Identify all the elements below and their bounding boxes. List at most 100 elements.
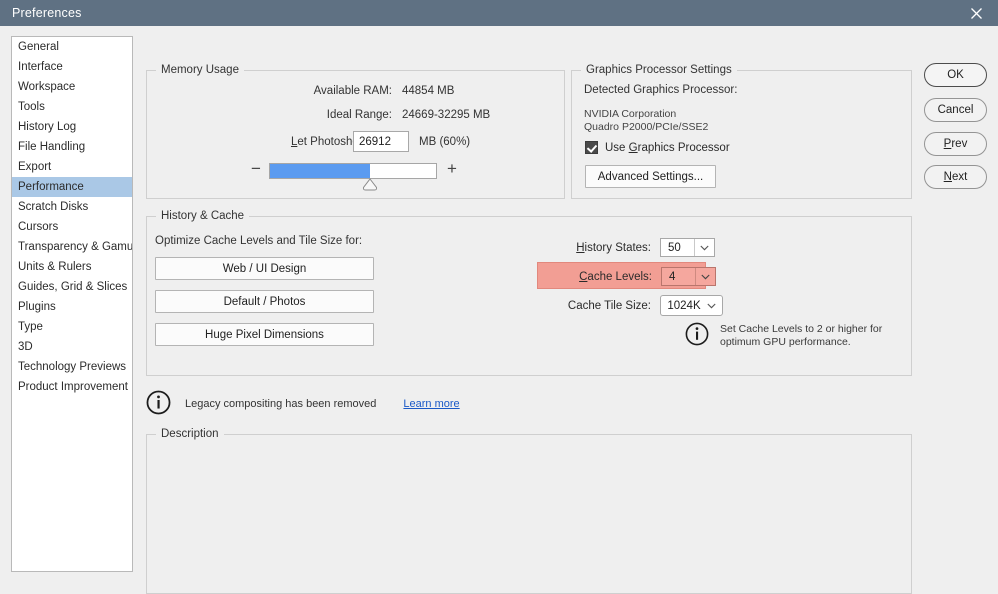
prev-button[interactable]: Prev	[924, 132, 987, 156]
sidebar-item-label: Tools	[18, 101, 45, 113]
sidebar-item-product-improvement[interactable]: Product Improvement	[12, 377, 132, 397]
cache-levels-value: 4	[669, 270, 676, 283]
sidebar-item-label: File Handling	[18, 141, 86, 153]
sidebar-item-cursors[interactable]: Cursors	[12, 217, 132, 237]
sidebar-item-label: Guides, Grid & Slices	[18, 281, 128, 293]
advanced-settings-button[interactable]: Advanced Settings...	[585, 165, 716, 188]
chevron-down-icon[interactable]	[695, 245, 714, 251]
description-body	[157, 451, 901, 583]
sidebar-item-label: Units & Rulers	[18, 261, 92, 273]
history-states-value: 50	[668, 241, 681, 254]
description-legend: Description	[156, 428, 224, 440]
sidebar-item-history-log[interactable]: History Log	[12, 117, 132, 137]
cancel-button[interactable]: Cancel	[924, 98, 987, 122]
title-bar: Preferences	[0, 0, 998, 26]
memory-slider-handle[interactable]	[362, 178, 378, 191]
preset-default-photos-button[interactable]: Default / Photos	[155, 290, 374, 313]
next-button[interactable]: Next	[924, 165, 987, 189]
graphics-processor-legend: Graphics Processor Settings	[581, 64, 737, 76]
cache-levels-highlight: Cache Levels: 4	[537, 262, 716, 289]
optimize-label: Optimize Cache Levels and Tile Size for:	[155, 235, 363, 247]
cache-levels-row: Cache Levels: 4	[540, 267, 716, 286]
sidebar-item-workspace[interactable]: Workspace	[12, 77, 132, 97]
sidebar-item-label: Export	[18, 161, 52, 173]
sidebar-item-tools[interactable]: Tools	[12, 97, 132, 117]
cache-tile-size-row: Cache Tile Size: 1024K	[539, 295, 723, 316]
sidebar-item-label: General	[18, 41, 59, 53]
use-graphics-processor-checkbox[interactable]	[585, 141, 598, 154]
info-icon	[146, 390, 171, 418]
legacy-compositing-notice: Legacy compositing has been removed Lear…	[146, 390, 460, 418]
learn-more-link[interactable]: Learn more	[403, 398, 459, 410]
memory-slider-fill	[270, 164, 370, 178]
sidebar-item-label: Cursors	[18, 221, 59, 233]
history-cache-legend: History & Cache	[156, 210, 250, 222]
sidebar-item-scratch-disks[interactable]: Scratch Disks	[12, 197, 132, 217]
sidebar-item-general[interactable]: General	[12, 37, 132, 57]
sidebar-item-3d[interactable]: 3D	[12, 337, 132, 357]
sidebar-item-plugins[interactable]: Plugins	[12, 297, 132, 317]
window-title: Preferences	[12, 6, 82, 20]
close-icon[interactable]	[954, 0, 998, 26]
sidebar-item-label: Interface	[18, 61, 63, 73]
history-states-dropdown[interactable]: 50	[660, 238, 715, 257]
sidebar-item-type[interactable]: Type	[12, 317, 132, 337]
sidebar-item-label: Performance	[18, 181, 84, 193]
ok-button[interactable]: OK	[924, 63, 987, 87]
ideal-range-value: 24669-32295 MB	[402, 109, 491, 121]
memory-usage-group: Memory Usage Available RAM: 44854 MB Ide…	[146, 64, 565, 199]
sidebar-item-transparency-gamut[interactable]: Transparency & Gamut	[12, 237, 132, 257]
detected-gpu-label: Detected Graphics Processor:	[584, 84, 738, 96]
sidebar-item-label: History Log	[18, 121, 77, 133]
gpu-model: Quadro P2000/PCIe/SSE2	[584, 120, 709, 133]
description-group: Description	[146, 428, 912, 594]
sidebar-item-interface[interactable]: Interface	[12, 57, 132, 77]
use-graphics-processor-row[interactable]: Use Graphics Processor	[585, 141, 730, 154]
history-states-label: History States:	[576, 241, 651, 254]
memory-amount-input[interactable]: 26912	[353, 131, 409, 152]
sidebar-item-label: 3D	[18, 341, 33, 353]
slider-increase-icon[interactable]: +	[447, 160, 457, 177]
sidebar-item-technology-previews[interactable]: Technology Previews	[12, 357, 132, 377]
memory-unit-label: MB (60%)	[419, 136, 471, 148]
chevron-down-icon[interactable]	[696, 274, 715, 280]
available-ram-value: 44854 MB	[402, 85, 455, 97]
slider-decrease-icon[interactable]: −	[251, 160, 261, 177]
category-sidebar[interactable]: General Interface Workspace Tools History Lo…	[11, 36, 133, 572]
sidebar-item-label: Transparency & Gamut	[18, 241, 133, 253]
history-cache-group: History & Cache Optimize Cache Levels an…	[146, 210, 912, 376]
chevron-down-icon[interactable]	[707, 300, 716, 312]
cache-tile-size-value: 1024K	[667, 299, 701, 312]
gpu-vendor: NVIDIA Corporation	[584, 108, 677, 120]
sidebar-item-guides-grid-slices[interactable]: Guides, Grid & Slices	[12, 277, 132, 297]
available-ram-label: Available RAM:	[313, 85, 392, 97]
cache-tile-size-dropdown[interactable]: 1024K	[660, 295, 723, 316]
cache-tile-size-label: Cache Tile Size:	[567, 299, 651, 312]
sidebar-item-units-rulers[interactable]: Units & Rulers	[12, 257, 132, 277]
sidebar-item-label: Technology Previews	[18, 361, 127, 373]
memory-amount-value: 26912	[359, 135, 391, 148]
cache-levels-tip: Set Cache Levels to 2 or higher for opti…	[685, 322, 895, 349]
sidebar-item-performance[interactable]: Performance	[12, 177, 132, 197]
preferences-dialog: Preferences General Interface Workspace Too…	[0, 0, 998, 594]
memory-slider-track[interactable]	[269, 163, 437, 179]
sidebar-item-file-handling[interactable]: File Handling	[12, 137, 132, 157]
cache-levels-dropdown[interactable]: 4	[661, 267, 716, 286]
sidebar-item-label: Scratch Disks	[18, 201, 89, 213]
preset-web-ui-design-button[interactable]: Web / UI Design	[155, 257, 374, 280]
cache-levels-tip-text: Set Cache Levels to 2 or higher for opti…	[720, 323, 883, 348]
detected-gpu-info: NVIDIA Corporation Quadro P2000/PCIe/SSE…	[584, 108, 708, 133]
info-icon	[685, 322, 709, 349]
dialog-body: General Interface Workspace Tools History Lo…	[0, 26, 998, 594]
use-graphics-processor-label: Use Graphics Processor	[605, 141, 730, 154]
sidebar-item-label: Product Improvement	[18, 381, 128, 393]
sidebar-item-export[interactable]: Export	[12, 157, 132, 177]
sidebar-item-label: Workspace	[18, 81, 76, 93]
preset-huge-pixel-dimensions-button[interactable]: Huge Pixel Dimensions	[155, 323, 374, 346]
graphics-processor-group: Graphics Processor Settings Detected Gra…	[571, 64, 912, 199]
cache-levels-label: Cache Levels:	[579, 270, 652, 283]
ideal-range-label: Ideal Range:	[326, 109, 392, 121]
sidebar-item-label: Plugins	[18, 301, 56, 313]
sidebar-item-label: Type	[18, 321, 43, 333]
history-states-row: History States: 50	[539, 238, 715, 257]
